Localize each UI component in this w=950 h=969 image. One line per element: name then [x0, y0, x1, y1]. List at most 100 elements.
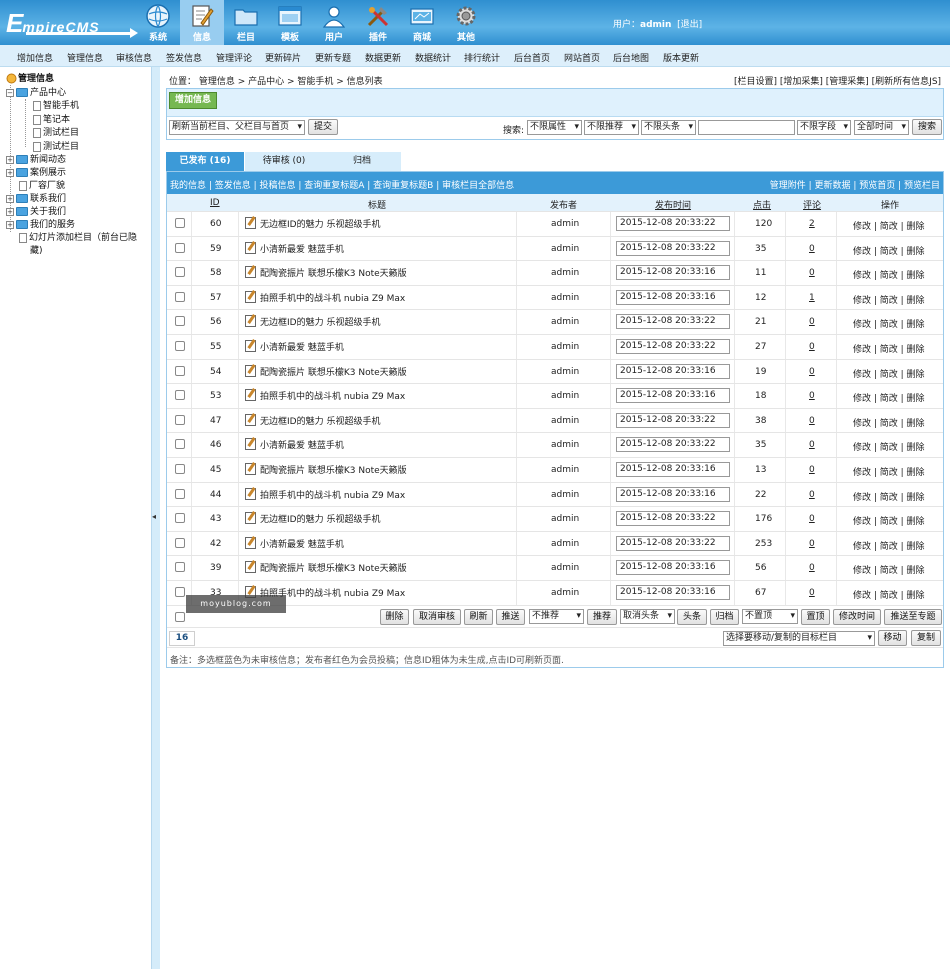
row-comments[interactable]: 0 — [809, 514, 815, 524]
row-operations[interactable]: 修改 | 简改 | 删除 — [853, 514, 925, 527]
row-comments[interactable]: 0 — [809, 317, 815, 327]
menu-data-update[interactable]: 数据更新 — [365, 51, 401, 64]
row-title[interactable]: 无边框ID的魅力 乐视超级手机 — [245, 217, 380, 230]
row-operations[interactable]: 修改 | 简改 | 删除 — [853, 588, 925, 601]
nav-other[interactable]: 其他 — [444, 0, 488, 45]
collapse-icon[interactable]: − — [6, 88, 14, 97]
recommend-filter-select[interactable]: 不限推荐 — [584, 120, 639, 135]
menu-review-info[interactable]: 审核信息 — [116, 51, 152, 64]
menu-manage-comments[interactable]: 管理评论 — [216, 51, 252, 64]
refresh-button[interactable]: 刷新 — [464, 608, 493, 625]
row-comments[interactable]: 0 — [809, 563, 815, 573]
row-id[interactable]: 58 — [210, 268, 221, 278]
row-title[interactable]: 配陶瓷振片 联想乐檬K3 Note天籁版 — [245, 266, 407, 279]
header-clicks[interactable]: 点击 — [753, 198, 771, 211]
menu-manage-info[interactable]: 管理信息 — [67, 51, 103, 64]
grid-actions-right[interactable]: 管理附件 | 更新数据 | 预览首页 | 预览栏目 — [770, 178, 940, 191]
tab-archive[interactable]: 归档 — [323, 152, 401, 171]
tree-item-notebook[interactable]: 笔记本 — [33, 114, 70, 126]
menu-data-stats[interactable]: 数据统计 — [415, 51, 451, 64]
row-id[interactable]: 56 — [210, 317, 221, 327]
row-title[interactable]: 无边框ID的魅力 乐视超级手机 — [245, 413, 380, 427]
tree-item-services[interactable]: + 我们的服务 — [6, 219, 75, 231]
tree-item-test-column-1[interactable]: 测试栏目 — [33, 127, 79, 139]
row-checkbox[interactable] — [175, 365, 185, 376]
submit-button[interactable]: 提交 — [308, 119, 338, 135]
row-checkbox[interactable] — [175, 218, 185, 228]
column-links[interactable]: [栏目设置] [增加采集] [管理采集] [刷新所有信息JS] — [734, 74, 941, 87]
row-checkbox[interactable] — [175, 267, 185, 278]
row-operations[interactable]: 修改 | 简改 | 删除 — [853, 293, 925, 306]
set-top-button[interactable]: 置顶 — [801, 608, 830, 625]
row-id[interactable]: 39 — [210, 563, 221, 573]
time-select[interactable]: 全部时间 — [854, 120, 909, 135]
row-operations[interactable]: 修改 | 简改 | 删除 — [853, 539, 925, 552]
row-time-input[interactable]: 2015-12-08 20:33:22 — [616, 314, 730, 330]
menu-site-home[interactable]: 网站首页 — [564, 51, 600, 64]
menu-add-info[interactable]: 增加信息 — [17, 51, 53, 64]
row-id[interactable]: 43 — [210, 514, 221, 524]
tree-item-about[interactable]: + 关于我们 — [6, 206, 66, 218]
row-comments[interactable]: 1 — [809, 293, 815, 303]
row-title[interactable]: 拍照手机中的战斗机 nubia Z9 Max — [245, 290, 405, 304]
nav-info[interactable]: 信息 — [180, 0, 224, 45]
move-button[interactable]: 移动 — [878, 629, 907, 646]
row-comments[interactable]: 0 — [809, 490, 815, 500]
header-comments[interactable]: 评论 — [803, 198, 821, 211]
row-operations[interactable]: 修改 | 简改 | 删除 — [853, 342, 925, 355]
row-time-input[interactable]: 2015-12-08 20:33:22 — [616, 240, 730, 256]
header-time[interactable]: 发布时间 — [655, 198, 691, 211]
row-operations[interactable]: 修改 | 简改 | 删除 — [853, 416, 925, 429]
attribute-select[interactable]: 不限属性 — [527, 120, 582, 135]
row-time-input[interactable]: 2015-12-08 20:33:22 — [616, 535, 730, 551]
tree-item-product-center[interactable]: − 产品中心 — [6, 87, 66, 99]
row-checkbox[interactable] — [175, 586, 185, 597]
menu-admin-map[interactable]: 后台地图 — [613, 51, 649, 64]
row-operations[interactable]: 修改 | 简改 | 删除 — [853, 563, 925, 576]
row-comments[interactable]: 0 — [809, 440, 815, 450]
row-id[interactable]: 60 — [210, 219, 221, 229]
menu-sign-info[interactable]: 签发信息 — [166, 51, 202, 64]
row-id[interactable]: 47 — [210, 416, 221, 426]
row-time-input[interactable]: 2015-12-08 20:33:22 — [616, 511, 730, 527]
row-comments[interactable]: 0 — [809, 465, 815, 475]
tree-item-cases[interactable]: + 案例展示 — [6, 167, 66, 179]
row-id[interactable]: 57 — [210, 293, 221, 303]
row-operations[interactable]: 修改 | 简改 | 删除 — [853, 465, 925, 478]
archive-button[interactable]: 归档 — [710, 608, 739, 625]
tree-item-test-column-2[interactable]: 测试栏目 — [33, 141, 79, 153]
row-checkbox[interactable] — [175, 316, 185, 327]
tree-root[interactable]: 管理信息 — [6, 73, 54, 85]
logout-link[interactable]: [退出] — [677, 20, 702, 30]
search-button[interactable]: 搜索 — [912, 119, 942, 135]
delete-button[interactable]: 删除 — [380, 608, 409, 625]
row-time-input[interactable]: 2015-12-08 20:33:16 — [616, 265, 730, 281]
nav-shop[interactable]: 商城 — [400, 0, 444, 45]
select-all-checkbox[interactable] — [175, 611, 185, 622]
row-id[interactable]: 53 — [210, 391, 221, 401]
row-checkbox[interactable] — [175, 291, 185, 302]
row-operations[interactable]: 修改 | 简改 | 删除 — [853, 490, 925, 503]
tree-item-contact[interactable]: + 联系我们 — [6, 193, 66, 205]
menu-update-topics[interactable]: 更新专题 — [315, 51, 351, 64]
row-time-input[interactable]: 2015-12-08 20:33:16 — [616, 388, 730, 404]
expand-icon[interactable]: + — [6, 194, 14, 203]
row-checkbox[interactable] — [175, 513, 185, 524]
headline-filter-select[interactable]: 不限头条 — [641, 120, 696, 135]
row-comments[interactable]: 0 — [809, 342, 815, 352]
collapse-sidebar-icon[interactable]: ◂ — [152, 512, 156, 521]
row-checkbox[interactable] — [175, 242, 185, 253]
tab-published[interactable]: 已发布 (16) — [166, 152, 244, 171]
menu-ranking-stats[interactable]: 排行统计 — [464, 51, 500, 64]
row-title[interactable]: 配陶瓷振片 联想乐檬K3 Note天籁版 — [245, 462, 407, 476]
expand-icon[interactable]: + — [6, 168, 14, 177]
push-button[interactable]: 推送 — [496, 608, 525, 625]
add-info-button[interactable]: 增加信息 — [169, 92, 217, 109]
page-number[interactable]: 16 — [169, 630, 195, 646]
row-operations[interactable]: 修改 | 简改 | 删除 — [853, 367, 925, 380]
grid-actions-left[interactable]: 我的信息 | 签发信息 | 投稿信息 | 查询重复标题A | 查询重复标题B |… — [170, 178, 514, 191]
expand-icon[interactable]: + — [6, 220, 14, 229]
row-id[interactable]: 55 — [210, 342, 221, 352]
expand-icon[interactable]: + — [6, 155, 14, 164]
row-title[interactable]: 配陶瓷振片 联想乐檬K3 Note天籁版 — [245, 561, 407, 574]
